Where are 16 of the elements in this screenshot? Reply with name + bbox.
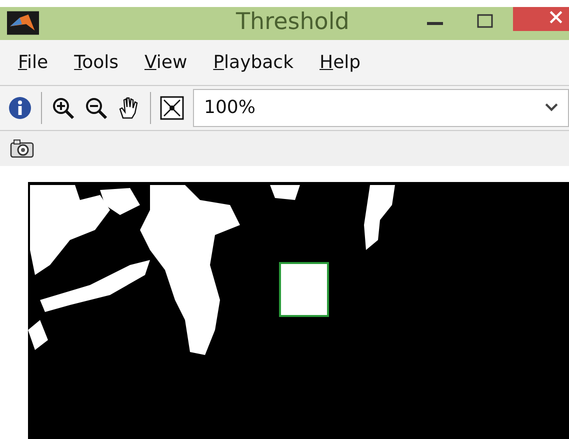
fit-to-window-icon[interactable] [160,96,184,120]
window-title: Threshold [236,8,350,37]
close-button[interactable] [513,7,569,31]
menu-item[interactable]: Help [320,52,361,73]
zoom-out-icon[interactable] [84,96,108,120]
app-logo-icon [7,11,39,36]
camera-icon[interactable] [10,138,34,158]
menu-item[interactable]: View [144,52,188,73]
minimize-icon [427,22,443,25]
menu-item[interactable]: File [18,52,48,73]
menu-item[interactable]: Playback [213,52,294,73]
menu-item[interactable]: Tools [74,52,118,73]
zoom-in-icon[interactable] [51,96,75,120]
caret-icon [545,103,558,112]
zoom-dropdown[interactable]: 100% [193,88,569,127]
info-icon[interactable] [8,96,32,120]
